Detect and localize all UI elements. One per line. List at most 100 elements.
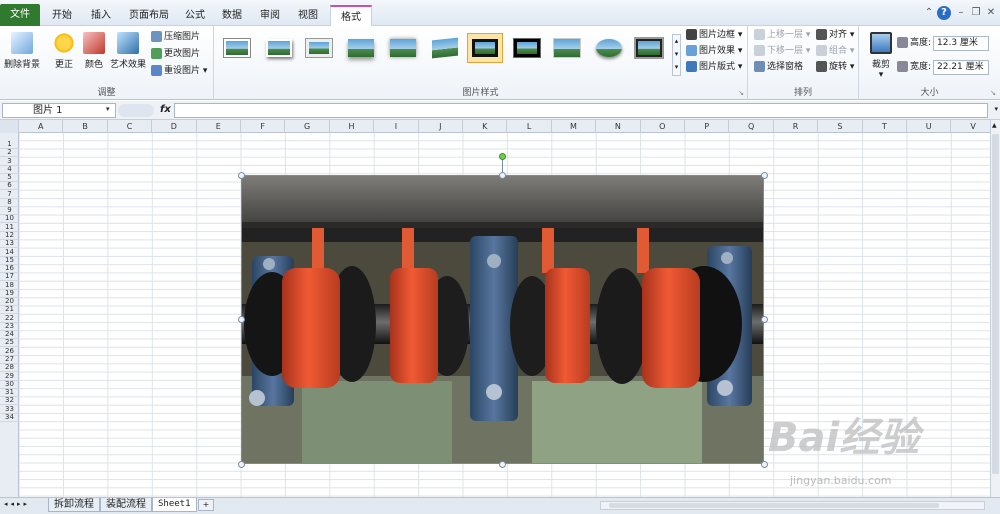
- sheet-nav-arrows-icon[interactable]: ◂◂▸▸: [4, 500, 30, 508]
- column-header[interactable]: S: [818, 120, 863, 133]
- column-header[interactable]: K: [463, 120, 508, 133]
- restore-window-icon[interactable]: ❐: [969, 6, 983, 20]
- formula-divider[interactable]: [118, 104, 154, 117]
- horizontal-scrollbar[interactable]: [600, 501, 985, 510]
- picture-layout-button[interactable]: 图片版式 ▾: [686, 60, 742, 75]
- tab-home[interactable]: 开始: [44, 5, 80, 26]
- column-header[interactable]: D: [152, 120, 197, 133]
- sheet-tab[interactable]: 拆卸流程: [48, 498, 100, 512]
- column-header[interactable]: A: [19, 120, 64, 133]
- help-icon[interactable]: ?: [937, 6, 951, 20]
- column-header[interactable]: B: [63, 120, 108, 133]
- row-header[interactable]: 34: [0, 413, 19, 422]
- column-header[interactable]: U: [907, 120, 952, 133]
- scroll-up-icon[interactable]: ▲: [992, 122, 999, 130]
- size-dialog-launcher-icon[interactable]: ↘: [990, 89, 996, 97]
- column-header[interactable]: G: [285, 120, 330, 133]
- minimize-ribbon-icon[interactable]: ⌃: [922, 6, 936, 20]
- rotate-button[interactable]: 旋转 ▾: [816, 60, 854, 75]
- resize-handle-n[interactable]: [499, 172, 506, 179]
- selection-pane-button[interactable]: 选择窗格: [754, 60, 803, 75]
- remove-background-button[interactable]: 删除背景: [2, 30, 42, 70]
- compress-pictures-button[interactable]: 压缩图片: [151, 30, 200, 45]
- horizontal-scroll-thumb[interactable]: [609, 503, 939, 508]
- artistic-effects-button[interactable]: 艺术效果: [108, 30, 148, 70]
- inserted-picture[interactable]: [241, 175, 764, 464]
- column-header[interactable]: L: [507, 120, 552, 133]
- dialog-launcher-icon[interactable]: ↘: [738, 89, 744, 97]
- name-box-dropdown-icon[interactable]: ▾: [106, 105, 110, 113]
- tab-file[interactable]: 文件: [0, 4, 40, 26]
- resize-handle-s[interactable]: [499, 461, 506, 468]
- column-header[interactable]: O: [641, 120, 685, 133]
- column-header[interactable]: Q: [729, 120, 774, 133]
- tab-format[interactable]: 格式: [330, 5, 372, 26]
- style-thumbnail[interactable]: [510, 34, 544, 62]
- tab-formulas[interactable]: 公式: [180, 5, 210, 26]
- column-header[interactable]: F: [241, 120, 286, 133]
- remove-background-icon: [11, 32, 33, 54]
- align-button[interactable]: 对齐 ▾: [816, 28, 854, 43]
- style-thumbnail[interactable]: [386, 34, 420, 62]
- select-all-corner[interactable]: [0, 120, 19, 133]
- column-header[interactable]: R: [774, 120, 819, 133]
- column-header[interactable]: T: [863, 120, 907, 133]
- bring-forward-button[interactable]: 上移一层 ▾: [754, 28, 810, 43]
- picture-border-button[interactable]: 图片边框 ▾: [686, 28, 742, 43]
- style-thumbnail[interactable]: [550, 34, 584, 62]
- picture-effects-button[interactable]: 图片效果 ▾: [686, 44, 742, 59]
- selection-pane-icon: [754, 61, 765, 72]
- insert-sheet-icon[interactable]: +: [198, 499, 214, 511]
- height-input[interactable]: 12.3 厘米: [933, 36, 989, 51]
- resize-handle-e[interactable]: [761, 316, 768, 323]
- style-thumbnail[interactable]: [428, 34, 462, 62]
- close-window-icon[interactable]: ✕: [984, 6, 998, 20]
- vertical-scrollbar[interactable]: ▲: [990, 120, 1000, 497]
- rotation-stem: [502, 159, 503, 173]
- group-adjust: 删除背景 更正 颜色 艺术效果 压缩图片 更改图片 重设图片 ▾ 调整: [0, 26, 214, 100]
- resize-handle-sw[interactable]: [238, 461, 245, 468]
- column-header[interactable]: N: [596, 120, 641, 133]
- style-thumbnail[interactable]: [344, 34, 378, 62]
- tab-data[interactable]: 数据: [216, 5, 248, 26]
- column-header[interactable]: J: [419, 120, 463, 133]
- style-thumbnail[interactable]: [632, 34, 666, 62]
- style-thumbnail[interactable]: [302, 34, 336, 62]
- style-thumbnail-selected[interactable]: [467, 33, 503, 63]
- style-thumbnail[interactable]: [592, 34, 626, 62]
- tab-page-layout[interactable]: 页面布局: [122, 5, 176, 26]
- change-picture-button[interactable]: 更改图片: [151, 47, 200, 62]
- column-header[interactable]: C: [108, 120, 153, 133]
- resize-handle-se[interactable]: [761, 461, 768, 468]
- column-header[interactable]: M: [552, 120, 597, 133]
- column-header[interactable]: P: [685, 120, 730, 133]
- name-box[interactable]: 图片 1: [2, 103, 116, 118]
- column-header[interactable]: H: [330, 120, 375, 133]
- group-button[interactable]: 组合 ▾: [816, 44, 854, 59]
- minimize-window-icon[interactable]: –: [954, 6, 968, 20]
- align-icon: [816, 29, 827, 40]
- styles-gallery-scroll[interactable]: ▴ ▾ ▾: [672, 34, 681, 76]
- resize-handle-nw[interactable]: [238, 172, 245, 179]
- sheet-tab-active[interactable]: Sheet1: [152, 498, 197, 512]
- pen-icon: [686, 29, 697, 40]
- resize-handle-w[interactable]: [238, 316, 245, 323]
- insert-function-icon[interactable]: fx: [160, 104, 171, 115]
- tab-view[interactable]: 视图: [292, 5, 324, 26]
- width-input[interactable]: 22.21 厘米: [933, 60, 989, 75]
- rotation-handle[interactable]: [499, 153, 506, 160]
- style-thumbnail[interactable]: [262, 34, 296, 62]
- send-backward-button[interactable]: 下移一层 ▾: [754, 44, 810, 59]
- sheet-tab[interactable]: 装配流程: [100, 498, 152, 512]
- crop-button[interactable]: 裁剪 ▾: [861, 30, 901, 80]
- tab-review[interactable]: 审阅: [254, 5, 286, 26]
- column-header[interactable]: E: [197, 120, 241, 133]
- formula-input[interactable]: [174, 103, 988, 118]
- resize-handle-ne[interactable]: [761, 172, 768, 179]
- reset-picture-button[interactable]: 重设图片 ▾: [151, 64, 207, 79]
- vertical-scroll-thumb[interactable]: [992, 134, 999, 474]
- column-header[interactable]: I: [374, 120, 419, 133]
- tab-insert[interactable]: 插入: [84, 5, 118, 26]
- style-thumbnail[interactable]: [220, 34, 254, 62]
- expand-formula-bar-icon[interactable]: ▾: [994, 105, 998, 113]
